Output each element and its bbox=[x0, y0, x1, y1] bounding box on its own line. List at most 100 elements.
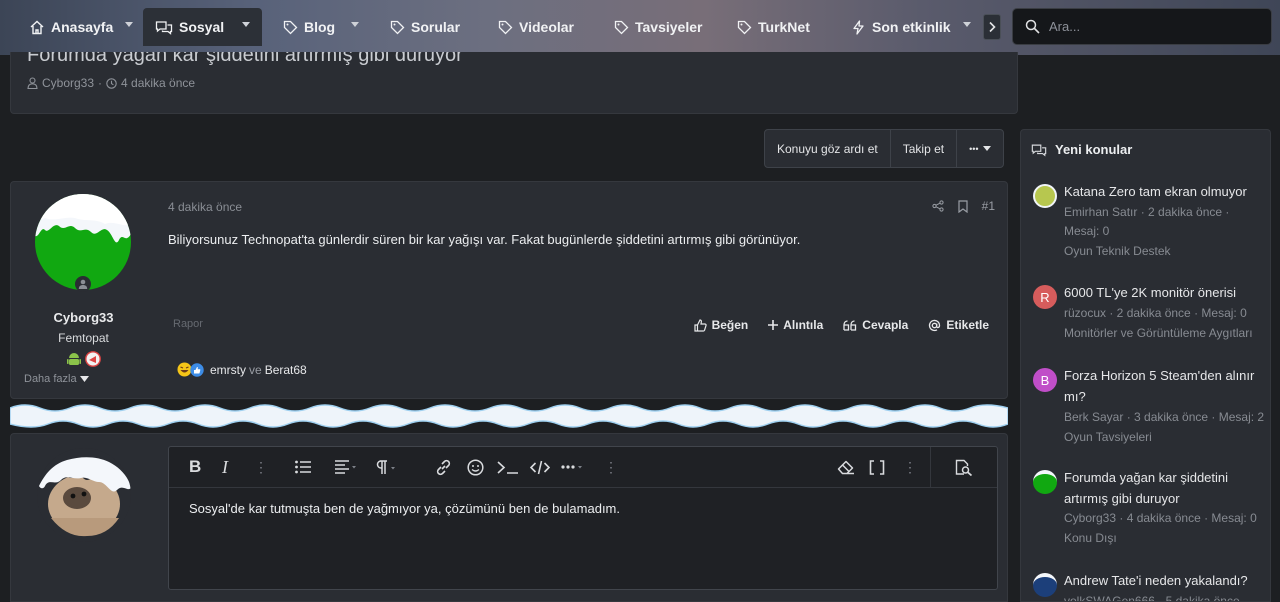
sidebar-header: Yeni konular bbox=[1031, 142, 1132, 157]
thread-author-link[interactable]: Cyborg33 bbox=[42, 76, 94, 90]
quick-reply: B I ⋮ ⋮ ⋮ Sosyal'de kar tutmuşta ben de … bbox=[10, 433, 1008, 602]
chevron-down-icon[interactable] bbox=[125, 22, 133, 27]
tag-icon bbox=[498, 20, 513, 34]
emoji-button[interactable] bbox=[467, 457, 484, 477]
tab-anasayfa[interactable]: Anasayfa bbox=[29, 8, 113, 46]
forum-link[interactable]: Konu Dışı bbox=[1064, 529, 1117, 548]
post-action-bar: Beğen Alıntıla Cevapla Etiketle bbox=[693, 318, 989, 332]
search-input[interactable]: Ara... bbox=[1012, 8, 1272, 45]
italic-button[interactable]: I bbox=[222, 457, 228, 477]
watch-thread-button[interactable]: Takip et bbox=[891, 130, 958, 167]
code-button[interactable] bbox=[530, 457, 550, 477]
forum-link[interactable]: Monitörler ve Görüntüleme Aygıtları bbox=[1064, 324, 1253, 343]
clear-formatting-button[interactable] bbox=[837, 457, 855, 477]
android-icon bbox=[67, 353, 81, 365]
thread-time[interactable]: 4 dakika önce bbox=[121, 76, 195, 90]
post-timestamp[interactable]: 4 dakika önce bbox=[168, 200, 242, 214]
quote-label: Alıntıla bbox=[783, 318, 824, 332]
chevron-down-icon[interactable] bbox=[351, 22, 359, 27]
bookmark-icon[interactable] bbox=[958, 199, 968, 213]
tab-son-etkinlik[interactable]: Son etkinlik bbox=[851, 8, 951, 46]
share-icon[interactable] bbox=[932, 200, 944, 212]
thread-meta: Cyborg33 · 4 dakika önce · Mesaj: 0 bbox=[1064, 511, 1257, 525]
more-info-toggle[interactable]: Daha fazla bbox=[24, 373, 89, 385]
align-button[interactable] bbox=[335, 457, 357, 477]
sidebar-new-threads: Yeni konular Katana Zero tam ekran olmuy… bbox=[1020, 129, 1271, 602]
tab-label: Sosyal bbox=[179, 19, 225, 35]
code-icon bbox=[530, 460, 550, 474]
clock-icon bbox=[106, 77, 117, 89]
avatar[interactable] bbox=[1033, 184, 1057, 208]
thread-meta: Emirhan Satır · 2 dakika önce · bbox=[1064, 205, 1230, 219]
tag-icon bbox=[390, 20, 405, 34]
post-number[interactable]: #1 bbox=[982, 199, 995, 213]
at-sign-icon bbox=[929, 319, 941, 331]
nav-scroll-right-button[interactable] bbox=[983, 14, 1001, 40]
bold-button[interactable]: B bbox=[189, 457, 201, 477]
link-button[interactable] bbox=[435, 457, 452, 477]
ellipsis-icon bbox=[561, 465, 582, 469]
report-link[interactable]: Rapor bbox=[173, 318, 203, 330]
thread-title-link[interactable]: Forza Horizon 5 Steam'den alınır mı? bbox=[1064, 365, 1259, 407]
inline-code-button[interactable] bbox=[497, 457, 519, 477]
editor-content[interactable]: Sosyal'de kar tutmuşta ben de yağmıyor y… bbox=[189, 501, 620, 516]
quote-button[interactable]: Alıntıla bbox=[768, 318, 823, 332]
sidebar-title: Yeni konular bbox=[1055, 142, 1133, 157]
list-button[interactable] bbox=[295, 457, 312, 477]
tab-videolar[interactable]: Videolar bbox=[498, 8, 574, 46]
tab-tavsiyeler[interactable]: Tavsiyeler bbox=[614, 8, 702, 46]
tag-icon bbox=[283, 20, 298, 34]
thread-title-link[interactable]: Andrew Tate'i neden yakalandı? bbox=[1064, 570, 1264, 591]
tab-label: Blog bbox=[304, 19, 336, 35]
reaction-user-link[interactable]: Berat68 bbox=[265, 363, 307, 377]
thread-meta: Cyborg33 · 4 dakika önce bbox=[27, 76, 195, 90]
thread-title-link[interactable]: 6000 TL'ye 2K monitör önerisi bbox=[1064, 282, 1264, 303]
more-text-options-button[interactable]: ⋮ bbox=[254, 457, 268, 477]
chevron-down-icon[interactable] bbox=[242, 22, 250, 27]
mention-label: Etiketle bbox=[946, 318, 989, 332]
top-navigation: Anasayfa Sosyal Blog Sorular Videolar Ta… bbox=[0, 0, 1280, 55]
user-icon bbox=[27, 77, 38, 89]
avatar[interactable] bbox=[37, 448, 131, 542]
avatar[interactable] bbox=[1033, 470, 1057, 494]
chevron-down-icon[interactable] bbox=[963, 22, 971, 27]
reactions-bar[interactable]: emrsty ve Berat68 bbox=[177, 362, 307, 377]
like-button[interactable]: Beğen bbox=[693, 318, 748, 332]
forum-link[interactable]: Oyun Tavsiyeleri bbox=[1064, 428, 1152, 447]
thread-meta: Berk Sayar · 3 dakika önce · Mesaj: 2 bbox=[1064, 410, 1265, 424]
terminal-icon bbox=[497, 460, 518, 474]
brackets-icon bbox=[869, 459, 885, 475]
message-editor[interactable]: B I ⋮ ⋮ ⋮ Sosyal'de kar tutmuşta ben de … bbox=[168, 446, 998, 590]
chat-bubbles-icon bbox=[1031, 144, 1047, 157]
tab-turknet[interactable]: TurkNet bbox=[737, 8, 810, 46]
paragraph-button[interactable] bbox=[375, 457, 397, 477]
more-options-button[interactable]: ••• bbox=[957, 130, 1002, 167]
search-placeholder: Ara... bbox=[1049, 19, 1081, 34]
thread-actions: Konuyu göz ardı et Takip et ••• bbox=[764, 129, 1004, 168]
tag-icon bbox=[614, 20, 629, 34]
avatar[interactable] bbox=[1033, 573, 1057, 597]
tab-blog[interactable]: Blog bbox=[283, 8, 335, 46]
reply-button[interactable]: Cevapla bbox=[843, 318, 908, 332]
tab-sosyal[interactable]: Sosyal bbox=[143, 8, 262, 46]
link-icon bbox=[436, 459, 451, 475]
avatar-image bbox=[37, 448, 131, 537]
more-options-button[interactable]: ⋮ bbox=[903, 457, 917, 477]
mention-button[interactable]: Etiketle bbox=[928, 318, 989, 332]
align-left-icon bbox=[335, 460, 356, 474]
username-link[interactable]: Cyborg33 bbox=[11, 310, 156, 325]
avatar[interactable]: R bbox=[1033, 285, 1057, 309]
more-options-button[interactable]: ⋮ bbox=[604, 457, 618, 477]
toggle-bbcode-button[interactable] bbox=[869, 457, 885, 477]
tab-label: Videolar bbox=[519, 19, 574, 35]
preview-button[interactable] bbox=[930, 447, 997, 488]
avatar[interactable]: B bbox=[1033, 368, 1057, 392]
tab-sorular[interactable]: Sorular bbox=[390, 8, 460, 46]
thread-title-link[interactable]: Katana Zero tam ekran olmuyor bbox=[1064, 181, 1264, 202]
forum-link[interactable]: Oyun Teknik Destek bbox=[1064, 242, 1171, 261]
thread-title-link[interactable]: Forumda yağan kar şiddetini artırmış gib… bbox=[1064, 467, 1254, 509]
reaction-user-link[interactable]: emrsty bbox=[210, 363, 246, 377]
more-insert-button[interactable] bbox=[561, 457, 585, 477]
ignore-thread-button[interactable]: Konuyu göz ardı et bbox=[765, 130, 891, 167]
tab-label: Tavsiyeler bbox=[635, 19, 703, 35]
